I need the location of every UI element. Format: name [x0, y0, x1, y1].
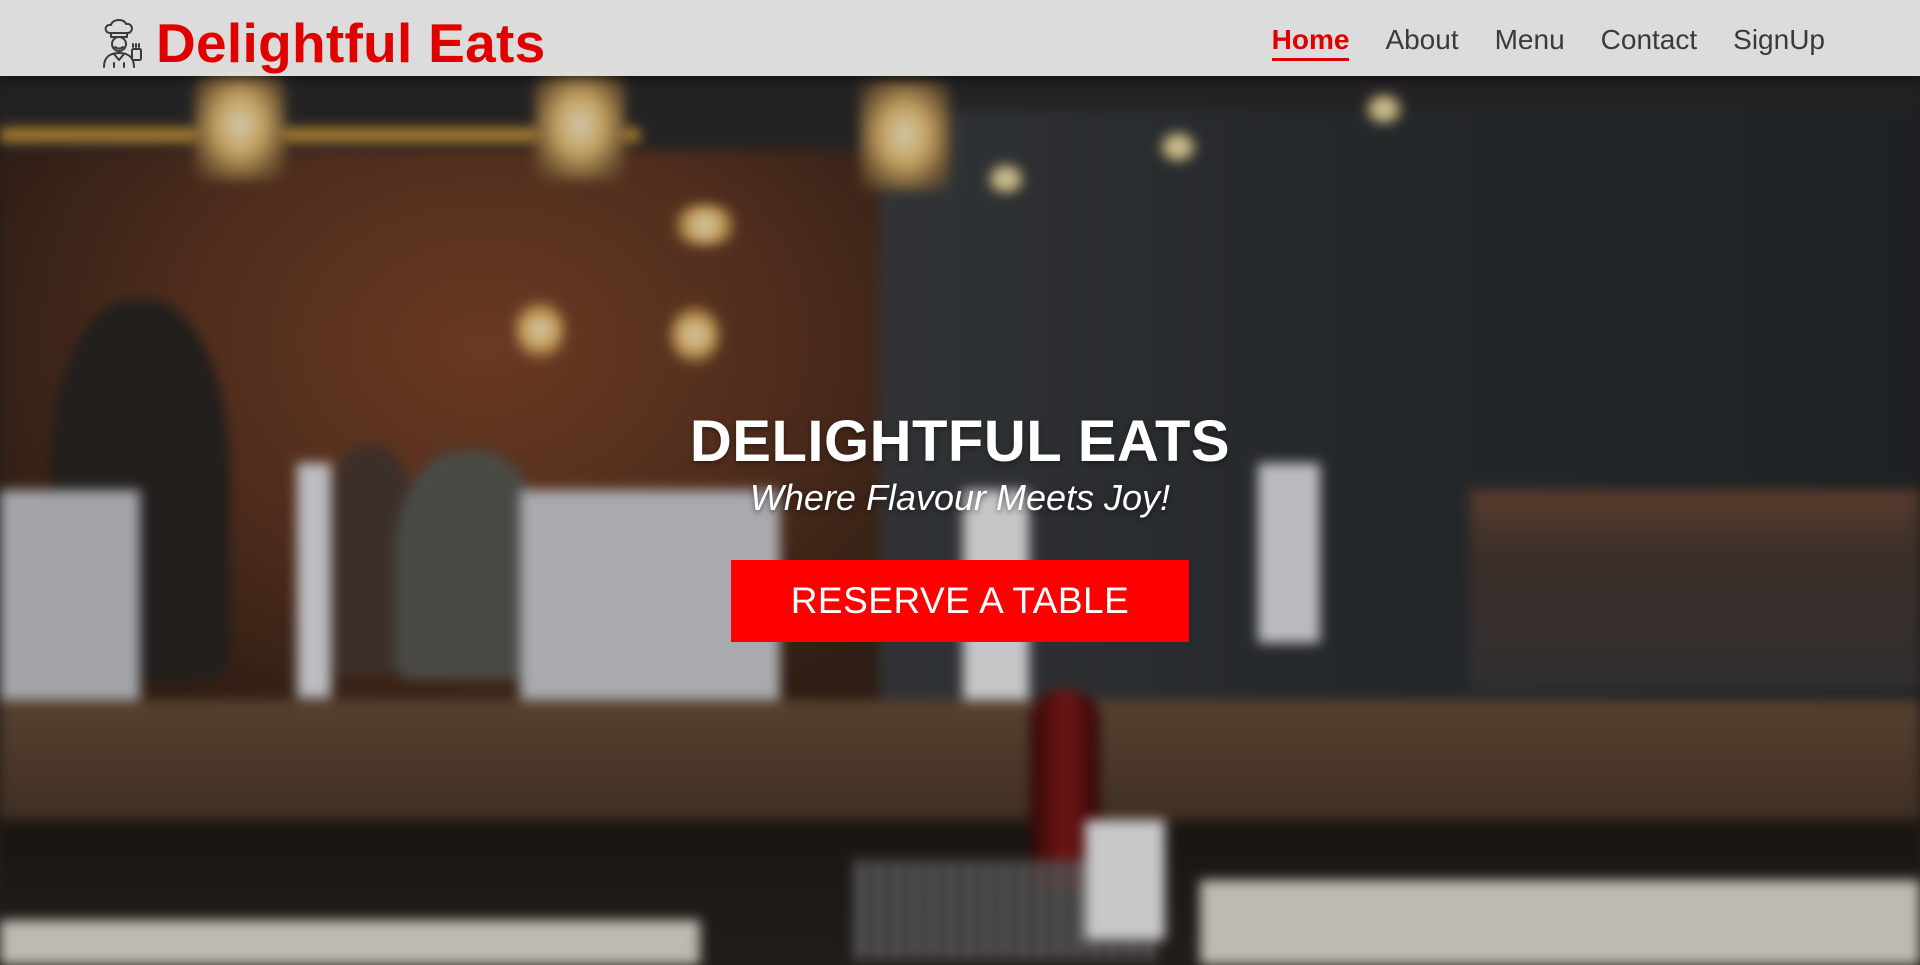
nav-link-menu[interactable]: Menu: [1495, 24, 1565, 61]
top-navbar: Delightful Eats Home About Menu Contact …: [0, 0, 1920, 76]
nav-link-home[interactable]: Home: [1271, 24, 1350, 61]
nav-menu: Home About Menu Contact SignUp: [1271, 24, 1825, 61]
nav-link-signup[interactable]: SignUp: [1733, 24, 1825, 61]
brand-logo[interactable]: Delightful Eats: [96, 8, 546, 78]
nav-link-about[interactable]: About: [1385, 24, 1458, 61]
hero-tagline: Where Flavour Meets Joy!: [749, 477, 1171, 518]
hero-section: Delightful Eats Home About Menu Contact …: [0, 0, 1920, 965]
brand-name: Delightful Eats: [156, 12, 546, 74]
nav-link-contact[interactable]: Contact: [1601, 24, 1698, 61]
chef-icon: [103, 19, 142, 68]
hero-content: DELIGHTFUL EATS Where Flavour Meets Joy!…: [0, 408, 1920, 642]
hero-title: DELIGHTFUL EATS: [689, 409, 1231, 474]
reserve-table-button[interactable]: RESERVE A TABLE: [731, 560, 1189, 642]
